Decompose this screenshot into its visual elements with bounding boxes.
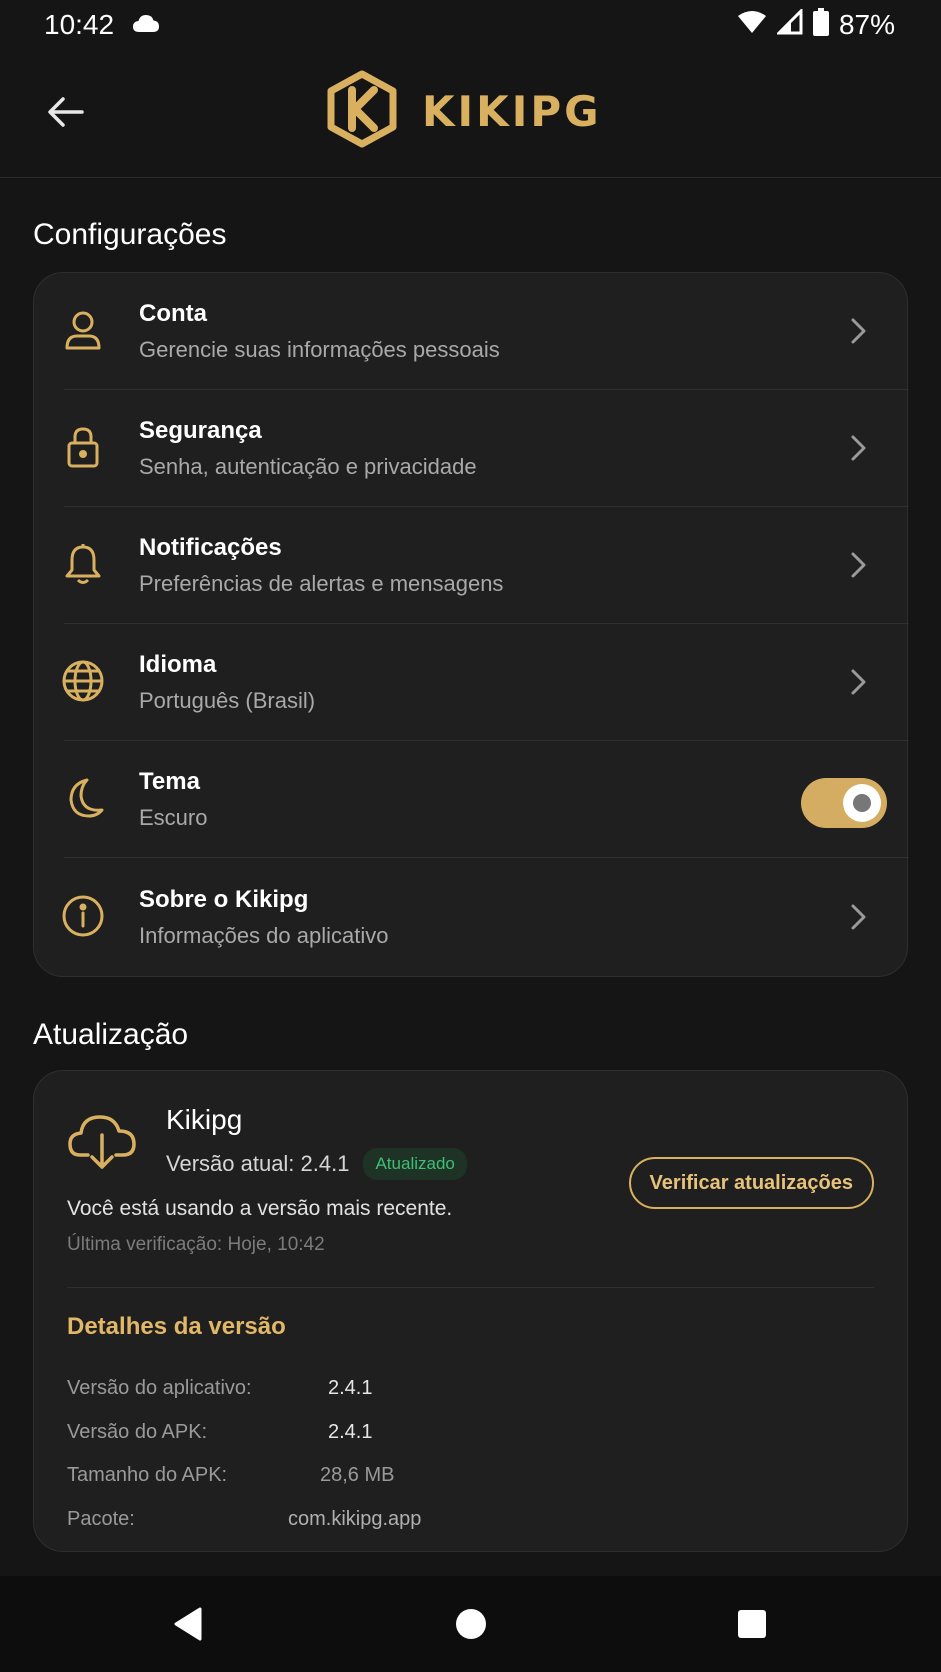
nav-back-button[interactable] xyxy=(170,1607,206,1646)
settings-item-subtitle: Gerencie suas informações pessoais xyxy=(139,337,500,362)
status-right: 87% xyxy=(737,6,895,43)
detail-value: 2.4.1 xyxy=(328,1377,373,1399)
settings-item-title: Notificações xyxy=(139,534,282,561)
bell-icon xyxy=(58,539,108,589)
settings-item-title: Conta xyxy=(139,300,207,327)
settings-item-title: Idioma xyxy=(139,651,217,678)
check-updates-button[interactable]: Verificar atualizações xyxy=(628,1157,874,1209)
nav-home-button[interactable] xyxy=(453,1608,489,1644)
settings-item-title: Tema xyxy=(139,768,200,795)
chevron-right-icon xyxy=(847,549,871,581)
cloud-status-icon xyxy=(132,9,160,41)
chevron-right-icon xyxy=(847,315,871,347)
settings-item-title: Segurança xyxy=(139,417,262,444)
kikipg-hexagon-logo-icon xyxy=(326,70,398,153)
update-section-title: Atualização xyxy=(33,1018,189,1051)
wifi-icon xyxy=(737,9,767,41)
brand-logo: KIKIPG xyxy=(326,70,602,153)
settings-item-subtitle: Escuro xyxy=(139,805,208,830)
nav-recents-button[interactable] xyxy=(734,1608,770,1644)
info-icon xyxy=(58,891,108,941)
detail-label: Tamanho do APK: xyxy=(67,1464,228,1486)
settings-item-account[interactable]: Conta Gerencie suas informações pessoais xyxy=(34,273,909,390)
settings-card: Conta Gerencie suas informações pessoais… xyxy=(33,272,909,977)
detail-value: 28,6 MB xyxy=(320,1464,395,1486)
settings-item-theme: Tema Escuro xyxy=(34,741,909,858)
settings-item-security[interactable]: Segurança Senha, autenticação e privacid… xyxy=(34,390,909,507)
chevron-right-icon xyxy=(847,901,871,933)
status-badge: Atualizado xyxy=(363,1148,467,1180)
settings-item-language[interactable]: Idioma Português (Brasil) xyxy=(34,624,909,741)
update-card: Kikipg Versão atual: 2.4.1 Atualizado Ve… xyxy=(33,1070,908,1552)
settings-item-subtitle: Preferências de alertas e mensagens xyxy=(139,571,504,596)
cloud-download-icon xyxy=(66,1103,138,1175)
toggle-knob xyxy=(843,784,881,822)
status-bar: 10:42 87% xyxy=(0,0,941,50)
settings-item-subtitle: Senha, autenticação e privacidade xyxy=(139,454,477,479)
user-icon xyxy=(58,305,108,355)
theme-toggle[interactable] xyxy=(801,778,887,828)
divider xyxy=(64,857,909,858)
system-navigation-bar xyxy=(0,1576,941,1672)
settings-item-title: Sobre o Kikipg xyxy=(139,886,309,913)
arrow-left-icon xyxy=(46,96,86,133)
back-button[interactable] xyxy=(40,88,92,140)
globe-icon xyxy=(58,656,108,706)
settings-item-subtitle: Informações do aplicativo xyxy=(139,923,389,948)
chevron-right-icon xyxy=(847,432,871,464)
divider xyxy=(67,1287,874,1288)
settings-item-about[interactable]: Sobre o Kikipg Informações do aplicativo xyxy=(34,859,909,976)
detail-value: 2.4.1 xyxy=(328,1421,373,1443)
status-time: 10:42 xyxy=(44,9,115,40)
last-check: Última verificação: Hoje, 10:42 xyxy=(67,1234,325,1255)
app-name: Kikipg xyxy=(166,1104,243,1135)
moon-icon xyxy=(58,773,108,823)
detail-label: Versão do aplicativo: xyxy=(67,1377,252,1399)
brand-name: KIKIPG xyxy=(422,87,602,136)
detail-label: Pacote: xyxy=(67,1508,135,1530)
version-details-title: Detalhes da versão xyxy=(67,1313,286,1340)
battery-icon xyxy=(812,7,829,43)
update-message: Você está usando a versão mais recente. xyxy=(67,1197,453,1220)
chevron-right-icon xyxy=(847,666,871,698)
lock-icon xyxy=(58,422,108,472)
app-bar: KIKIPG xyxy=(0,50,941,178)
triangle-back-icon xyxy=(173,1607,203,1646)
detail-value: com.kikipg.app xyxy=(288,1508,422,1530)
square-recents-icon xyxy=(737,1609,767,1644)
toggle-dot xyxy=(853,794,871,812)
status-left: 10:42 xyxy=(44,9,160,41)
detail-label: Versão do APK: xyxy=(67,1421,208,1443)
cellular-signal-icon xyxy=(775,6,803,42)
current-version: Versão atual: 2.4.1 xyxy=(166,1151,350,1176)
settings-item-notifications[interactable]: Notificações Preferências de alertas e m… xyxy=(34,507,909,624)
settings-section-title: Configurações xyxy=(33,218,227,251)
battery-level: 87% xyxy=(838,9,895,40)
settings-item-subtitle: Português (Brasil) xyxy=(139,688,316,713)
current-version-line: Versão atual: 2.4.1 Atualizado xyxy=(166,1148,467,1180)
circle-home-icon xyxy=(455,1608,487,1645)
